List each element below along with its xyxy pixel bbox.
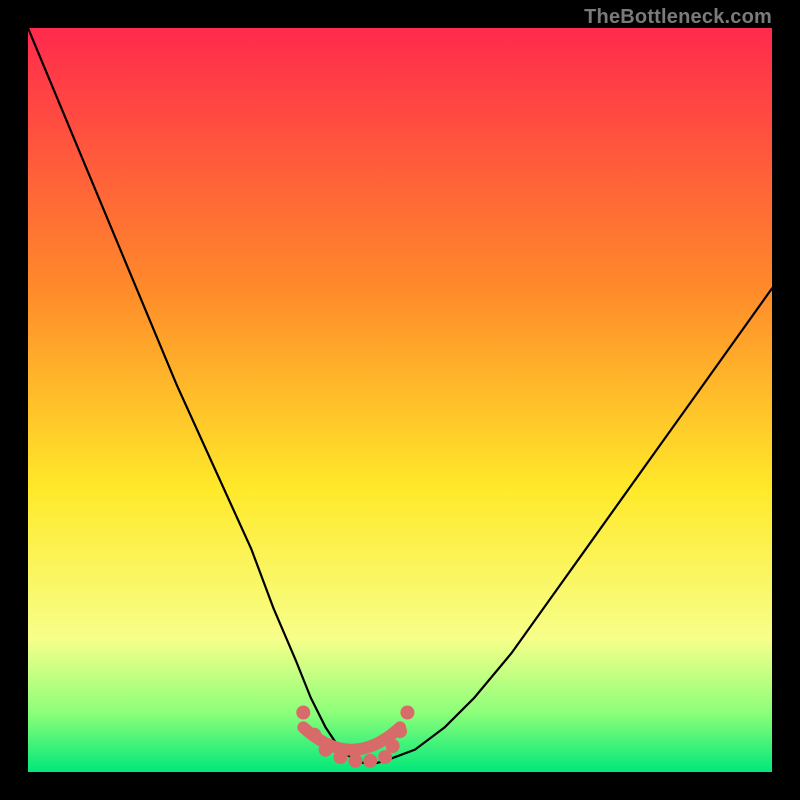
plot-area <box>28 28 772 772</box>
chart-frame: TheBottleneck.com <box>0 0 800 800</box>
curve-marker <box>307 728 321 742</box>
gradient-background <box>28 28 772 772</box>
curve-marker <box>400 706 414 720</box>
curve-marker <box>393 724 407 738</box>
watermark-label: TheBottleneck.com <box>584 6 772 29</box>
bottleneck-chart <box>28 28 772 772</box>
curve-marker <box>363 754 377 768</box>
curve-marker <box>334 750 348 764</box>
curve-marker <box>348 754 362 768</box>
curve-marker <box>296 706 310 720</box>
curve-marker <box>319 743 333 757</box>
curve-marker <box>386 739 400 753</box>
